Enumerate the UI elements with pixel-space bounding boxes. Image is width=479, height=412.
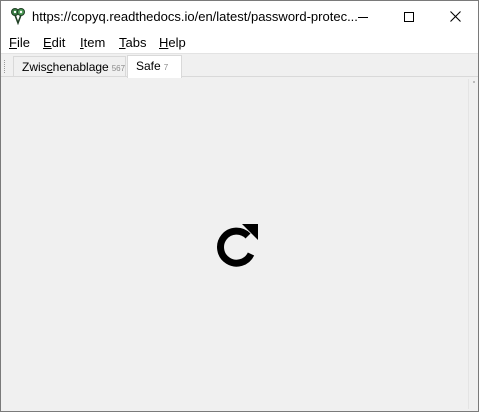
tab-zwischenablage[interactable]: Zwischenablage 567 — [13, 56, 126, 77]
tab-bar-grip[interactable] — [4, 60, 7, 73]
maximize-icon — [404, 11, 414, 22]
menu-help[interactable]: Help — [159, 35, 186, 50]
menu-edit[interactable]: Edit — [43, 35, 65, 50]
tab-safe[interactable]: Safe 7 — [127, 55, 182, 78]
minimize-button[interactable] — [340, 1, 386, 32]
app-window: https://copyq.readthedocs.io/en/latest/p… — [0, 0, 479, 412]
menu-tabs-label: abs — [125, 35, 147, 50]
reload-icon — [217, 224, 258, 267]
item-list-area[interactable] — [1, 77, 478, 411]
window-title: https://copyq.readthedocs.io/en/latest/p… — [32, 9, 358, 24]
menu-bar: File Edit Item Tabs Help — [1, 32, 478, 53]
vertical-scrollbar[interactable] — [468, 79, 477, 409]
tab-zwischenablage-label-start: Zwis — [22, 60, 47, 74]
menu-item[interactable]: Item — [80, 35, 105, 50]
menu-edit-mnemonic: E — [43, 35, 52, 50]
title-bar[interactable]: https://copyq.readthedocs.io/en/latest/p… — [1, 1, 478, 32]
copyq-app-icon — [11, 8, 25, 25]
menu-file-label: ile — [16, 35, 30, 50]
menu-item-label: tem — [83, 35, 106, 50]
tab-bar: Zwischenablage 567 Safe 7 — [1, 53, 478, 78]
menu-help-label: elp — [168, 35, 186, 50]
menu-help-mnemonic: H — [159, 35, 169, 50]
close-button[interactable] — [432, 1, 478, 32]
tab-safe-label: Safe — [136, 59, 161, 73]
menu-file[interactable]: File — [9, 35, 30, 50]
tab-zwischenablage-label-end: henablage — [52, 60, 109, 74]
close-icon — [449, 11, 461, 22]
minimize-icon — [358, 16, 368, 18]
menu-file-mnemonic: F — [9, 35, 17, 50]
tab-safe-count: 7 — [163, 63, 169, 72]
scrollbar-grip — [473, 81, 475, 83]
maximize-button[interactable] — [386, 1, 432, 32]
tab-zwischenablage-count: 567 — [111, 64, 126, 73]
menu-tabs[interactable]: Tabs — [119, 35, 146, 50]
menu-edit-label: dit — [51, 35, 66, 50]
